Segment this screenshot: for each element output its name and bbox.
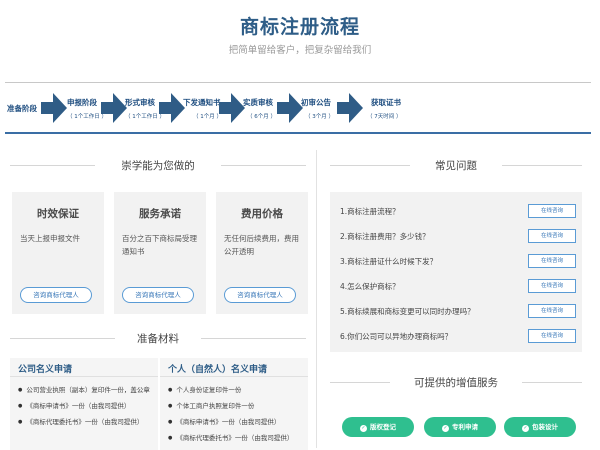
- arrow-right-icon: [277, 93, 303, 123]
- services-heading: 崇学能为您做的: [10, 158, 306, 172]
- list-item: 《商标代理委托书》一份（由我司提供）: [18, 414, 150, 430]
- faq-question: 2.商标注册费用？多少钱？: [340, 232, 430, 241]
- column-divider: [316, 150, 317, 448]
- online-consult-button[interactable]: 在线咨询: [528, 304, 576, 318]
- arrow-right-icon: [101, 93, 127, 123]
- value-added-heading-text: 可提供的增值服务: [414, 377, 498, 389]
- faq-row: 6.你们公司可以异地办理商标吗？ 在线咨询: [340, 329, 576, 345]
- copyright-button[interactable]: ✓ 版权登记: [342, 417, 414, 437]
- card-title: 时效保证: [37, 208, 79, 220]
- online-consult-button[interactable]: 在线咨询: [528, 279, 576, 293]
- arrow-right-icon: [219, 93, 245, 123]
- step-certificate: 获取证书 （ 7天时间 ）: [367, 83, 427, 133]
- service-card-promise: 服务承诺 百分之百下商标局受理通知书 咨询商标代理人: [114, 192, 206, 314]
- consult-agent-button[interactable]: 咨询商标代理人: [122, 287, 194, 303]
- list-item: 《商标代理委托书》一份（由我司提供）: [168, 430, 293, 446]
- faq-row: 1.商标注册流程？ 在线咨询: [340, 204, 576, 220]
- faq-row: 4.怎么保护商标？ 在线咨询: [340, 279, 576, 295]
- online-consult-button[interactable]: 在线咨询: [528, 254, 576, 268]
- button-label: 专利申请: [452, 423, 478, 431]
- faq-heading-text: 常见问题: [435, 160, 477, 172]
- list-item: 公司营业执照（副本）复印件一份，盖公章: [18, 382, 150, 398]
- materials-company: 公司名义申请 公司营业执照（副本）复印件一份，盖公章 《商标申请书》一份（由我司…: [10, 358, 158, 450]
- faq-question: 4.怎么保护商标？: [340, 282, 400, 291]
- step-title: 获取证书: [371, 98, 401, 107]
- faq-question: 5.商标续展和商标变更可以同时办理吗？: [340, 307, 475, 316]
- materials-company-title: 公司名义申请: [18, 365, 73, 375]
- card-title: 费用价格: [241, 208, 283, 220]
- list-item: 《商标申请书》一份（由我司提供）: [168, 414, 293, 430]
- arrow-right-icon: [159, 93, 185, 123]
- online-consult-button[interactable]: 在线咨询: [528, 229, 576, 243]
- faq-heading: 常见问题: [330, 158, 582, 172]
- page-title: 商标注册流程: [239, 16, 360, 38]
- list-item: 《商标申请书》一份（由我司提供）: [18, 398, 150, 414]
- faq-row: 3.商标注册证什么时候下发？ 在线咨询: [340, 254, 576, 270]
- list-item: 个人身份证复印件一份: [168, 382, 293, 398]
- faq-row: 2.商标注册费用？多少钱？ 在线咨询: [340, 229, 576, 245]
- button-label: 包装设计: [532, 423, 558, 431]
- services-heading-text: 崇学能为您做的: [121, 160, 195, 172]
- consult-agent-button[interactable]: 咨询商标代理人: [224, 287, 296, 303]
- faq-box: 1.商标注册流程？ 在线咨询 2.商标注册费用？多少钱？ 在线咨询 3.商标注册…: [330, 192, 582, 352]
- step-duration: （ 7天时间 ）: [367, 114, 402, 120]
- card-desc: 无任何后续费用，费用公开透明: [224, 234, 299, 256]
- online-consult-button[interactable]: 在线咨询: [528, 204, 576, 218]
- materials-personal: 个人（自然人）名义申请 个人身份证复印件一份 个体工商户执照复印件一份 《商标申…: [160, 358, 308, 450]
- process-steps: 准备阶段 申报阶段 （ 1个工作日 ） 形式审核 （ 1个工作日 ） 下发通知书…: [5, 82, 591, 134]
- materials-company-list: 公司营业执照（副本）复印件一份，盖公章 《商标申请书》一份（由我司提供） 《商标…: [18, 382, 150, 430]
- materials-personal-list: 个人身份证复印件一份 个体工商户执照复印件一份 《商标申请书》一份（由我司提供）…: [168, 382, 293, 446]
- check-icon: ✓: [522, 425, 529, 432]
- materials-personal-title: 个人（自然人）名义申请: [168, 365, 268, 375]
- check-icon: ✓: [442, 425, 449, 432]
- service-card-timeliness: 时效保证 当天上报申报文件 咨询商标代理人: [12, 192, 104, 314]
- card-desc: 当天上报申报文件: [20, 234, 80, 243]
- service-card-price: 费用价格 无任何后续费用，费用公开透明 咨询商标代理人: [216, 192, 308, 314]
- online-consult-button[interactable]: 在线咨询: [528, 329, 576, 343]
- materials-heading-text: 准备材料: [137, 333, 179, 345]
- consult-agent-button[interactable]: 咨询商标代理人: [20, 287, 92, 303]
- check-icon: ✓: [360, 425, 367, 432]
- arrow-right-icon: [41, 93, 67, 123]
- button-label: 版权登记: [370, 423, 396, 431]
- faq-row: 5.商标续展和商标变更可以同时办理吗？ 在线咨询: [340, 304, 576, 320]
- card-title: 服务承诺: [139, 208, 181, 220]
- list-item: 个体工商户执照复印件一份: [168, 398, 293, 414]
- faq-question: 6.你们公司可以异地办理商标吗？: [340, 332, 453, 341]
- packaging-button[interactable]: ✓ 包装设计: [504, 417, 576, 437]
- materials-heading: 准备材料: [10, 331, 306, 345]
- faq-question: 3.商标注册证什么时候下发？: [340, 257, 438, 266]
- patent-button[interactable]: ✓ 专利申请: [424, 417, 496, 437]
- faq-question: 1.商标注册流程？: [340, 207, 400, 216]
- page-subtitle: 把简单留给客户，把复杂留给我们: [228, 45, 372, 56]
- arrow-right-icon: [337, 93, 363, 123]
- card-desc: 百分之百下商标局受理通知书: [122, 234, 197, 256]
- value-added-heading: 可提供的增值服务: [330, 375, 582, 389]
